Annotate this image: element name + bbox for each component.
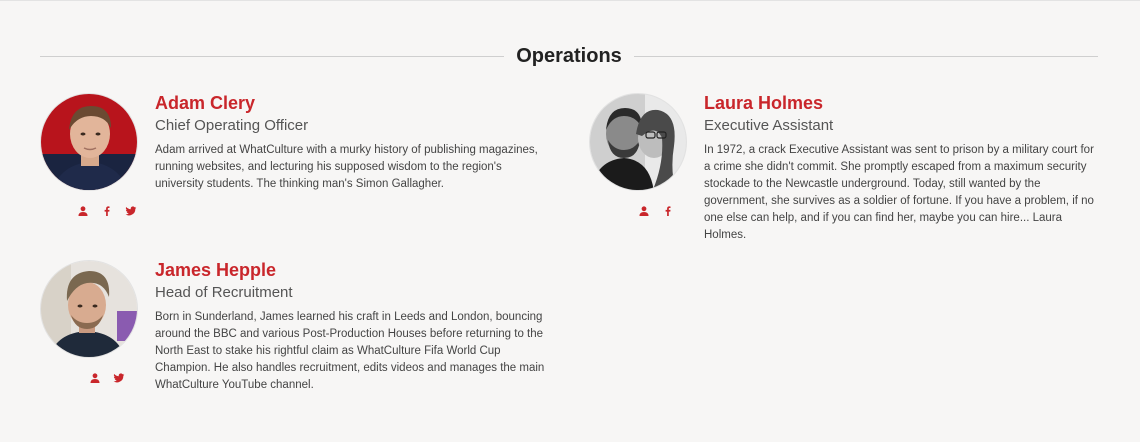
avatar xyxy=(40,260,138,358)
profile-icon[interactable] xyxy=(638,205,650,217)
member-role: Head of Recruitment xyxy=(155,284,293,301)
avatar xyxy=(589,93,687,191)
facebook-icon[interactable] xyxy=(662,205,674,217)
member-name[interactable]: Laura Holmes xyxy=(704,92,1099,114)
member-bio: Born in Sunderland, James learned his cr… xyxy=(155,311,545,391)
social-links xyxy=(77,205,137,217)
divider-left xyxy=(40,56,504,57)
top-border xyxy=(0,0,1140,1)
team-member-laura-holmes: Laura Holmes Executive Assistant In 1972… xyxy=(589,92,1099,241)
member-info: Laura Holmes Executive Assistant In 1972… xyxy=(704,92,1099,244)
member-role: Executive Assistant xyxy=(704,117,834,134)
avatar xyxy=(40,93,138,191)
twitter-icon[interactable] xyxy=(125,205,137,217)
member-name[interactable]: Adam Clery xyxy=(155,92,550,114)
section-title: Operations xyxy=(516,45,622,67)
member-info: Adam Clery Chief Operating Officer Adam … xyxy=(155,92,550,193)
divider-right xyxy=(634,56,1098,57)
social-links xyxy=(89,372,125,384)
twitter-icon[interactable] xyxy=(113,372,125,384)
profile-icon[interactable] xyxy=(89,372,101,384)
member-bio: Adam arrived at WhatCulture with a murky… xyxy=(155,144,538,190)
facebook-icon[interactable] xyxy=(101,205,113,217)
member-name[interactable]: James Hepple xyxy=(155,259,550,281)
social-links xyxy=(638,205,674,217)
member-info: James Hepple Head of Recruitment Born in… xyxy=(155,259,550,394)
member-role: Chief Operating Officer xyxy=(155,117,309,134)
section-header: Operations xyxy=(40,44,1098,68)
profile-icon[interactable] xyxy=(77,205,89,217)
team-member-james-hepple: James Hepple Head of Recruitment Born in… xyxy=(40,259,550,409)
member-bio: In 1972, a crack Executive Assistant was… xyxy=(704,144,1094,241)
team-member-adam-clery: Adam Clery Chief Operating Officer Adam … xyxy=(40,92,550,232)
